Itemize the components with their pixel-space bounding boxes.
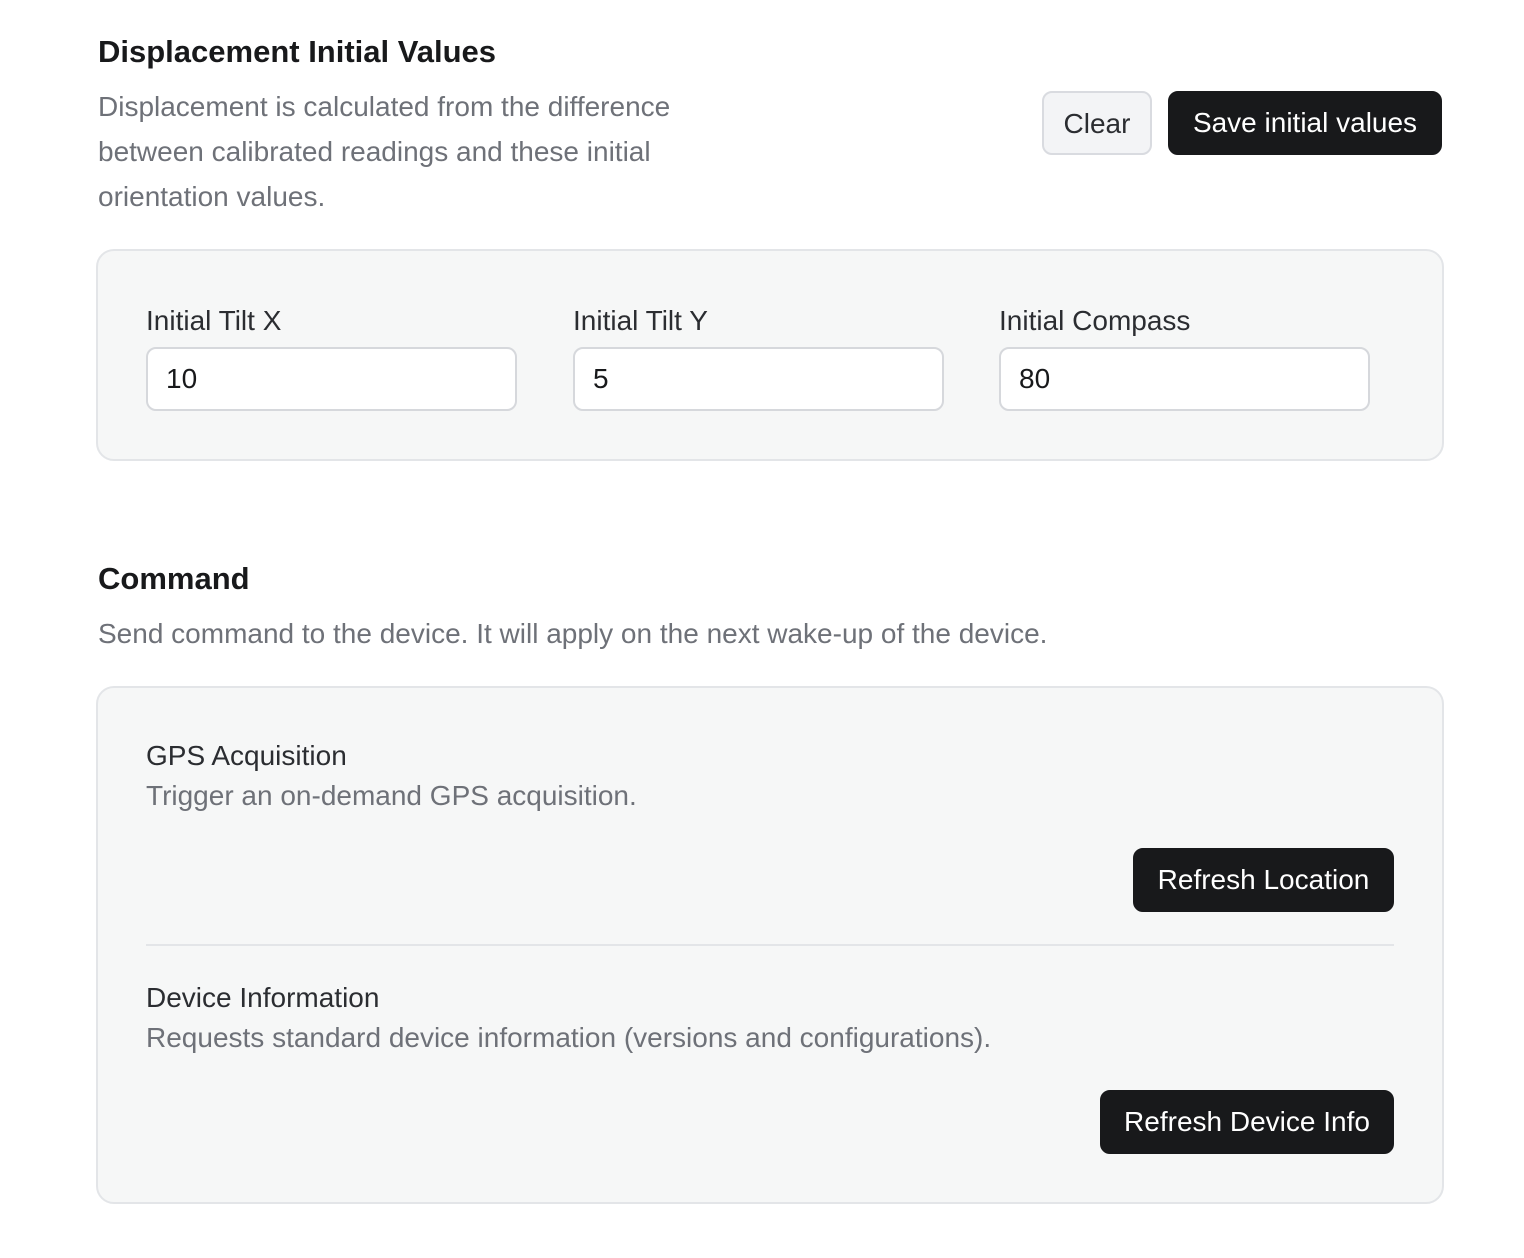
initial-compass-input[interactable] — [999, 347, 1370, 411]
device-information-description: Requests standard device information (ve… — [146, 1022, 992, 1053]
initial-compass-label: Initial Compass — [999, 305, 1191, 336]
command-divider — [146, 944, 1394, 946]
command-section-title: Command — [98, 561, 250, 596]
displacement-section-description: Displacement is calculated from the diff… — [98, 91, 671, 212]
device-settings-page: Displacement Initial Values Displacement… — [0, 0, 1524, 1258]
device-information-title: Device Information — [146, 982, 380, 1013]
initial-tilt-x-input[interactable] — [146, 347, 517, 411]
initial-tilt-y-input[interactable] — [573, 347, 944, 411]
command-panel: GPS Acquisition Trigger an on-demand GPS… — [96, 686, 1444, 1204]
gps-acquisition-title: GPS Acquisition — [146, 740, 347, 771]
displacement-section-title: Displacement Initial Values — [98, 34, 496, 69]
gps-acquisition-description: Trigger an on-demand GPS acquisition. — [146, 780, 637, 811]
refresh-device-info-button[interactable]: Refresh Device Info — [1100, 1090, 1394, 1154]
refresh-location-button[interactable]: Refresh Location — [1133, 848, 1394, 912]
save-initial-values-button[interactable]: Save initial values — [1168, 91, 1442, 155]
clear-button[interactable]: Clear — [1042, 91, 1152, 155]
initial-values-panel: Initial Tilt X Initial Tilt Y Initial Co… — [96, 249, 1444, 461]
command-section-description: Send command to the device. It will appl… — [98, 618, 1048, 649]
initial-tilt-y-label: Initial Tilt Y — [573, 305, 708, 336]
initial-tilt-x-label: Initial Tilt X — [146, 305, 282, 336]
